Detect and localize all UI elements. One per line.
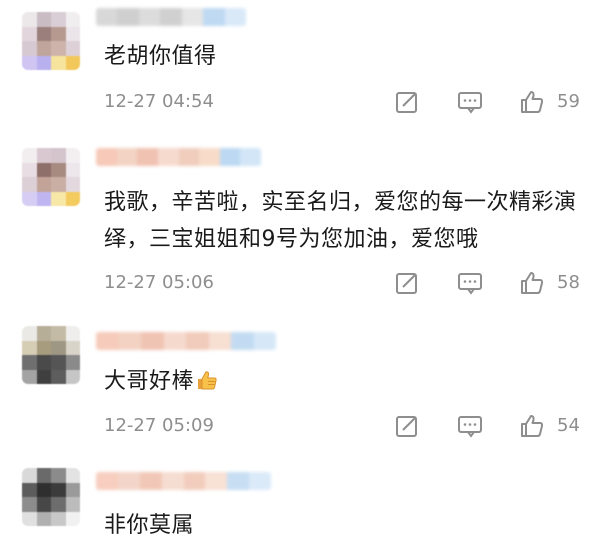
thumbs-up-icon[interactable] xyxy=(519,413,545,439)
comment-icon[interactable] xyxy=(457,89,483,115)
comment-text: 大哥好棒 xyxy=(104,363,584,400)
like-count: 59 xyxy=(557,91,580,112)
comment-meta: 12-27 04:54 59 xyxy=(104,89,584,115)
share-icon[interactable] xyxy=(394,270,420,296)
comment-time: 12-27 05:09 xyxy=(104,415,214,436)
like-count: 54 xyxy=(557,415,580,436)
thumbs-up-icon[interactable] xyxy=(519,89,545,115)
comment-time: 12-27 05:06 xyxy=(104,272,214,293)
comment-text: 老胡你值得 xyxy=(104,44,217,69)
comment-meta: 12-27 05:09 54 xyxy=(104,413,584,439)
comment-text-content: 大哥好棒 xyxy=(104,369,195,394)
comment-text: 我歌，辛苦啦，实至名归，爱您的每一次精彩演绎，三宝姐姐和9号为您加油，爱您哦 xyxy=(104,190,577,252)
comment-meta: 12-27 05:06 58 xyxy=(104,270,584,296)
thumbs-up-icon[interactable] xyxy=(519,270,545,296)
comment-time: 12-27 04:54 xyxy=(104,91,214,112)
avatar[interactable] xyxy=(22,468,80,526)
avatar[interactable] xyxy=(22,12,80,70)
username-blurred[interactable] xyxy=(96,148,261,166)
username-blurred[interactable] xyxy=(96,332,276,350)
comment-icon[interactable] xyxy=(457,413,483,439)
like-count: 58 xyxy=(557,272,580,293)
comment-text: 非你莫属 xyxy=(104,513,195,538)
avatar[interactable] xyxy=(22,148,80,206)
share-icon[interactable] xyxy=(394,413,420,439)
share-icon[interactable] xyxy=(394,89,420,115)
avatar[interactable] xyxy=(22,326,80,384)
thumbs-up-emoji-icon xyxy=(198,371,217,390)
comment-icon[interactable] xyxy=(457,270,483,296)
username-blurred[interactable] xyxy=(96,472,271,490)
username-blurred[interactable] xyxy=(96,8,246,26)
